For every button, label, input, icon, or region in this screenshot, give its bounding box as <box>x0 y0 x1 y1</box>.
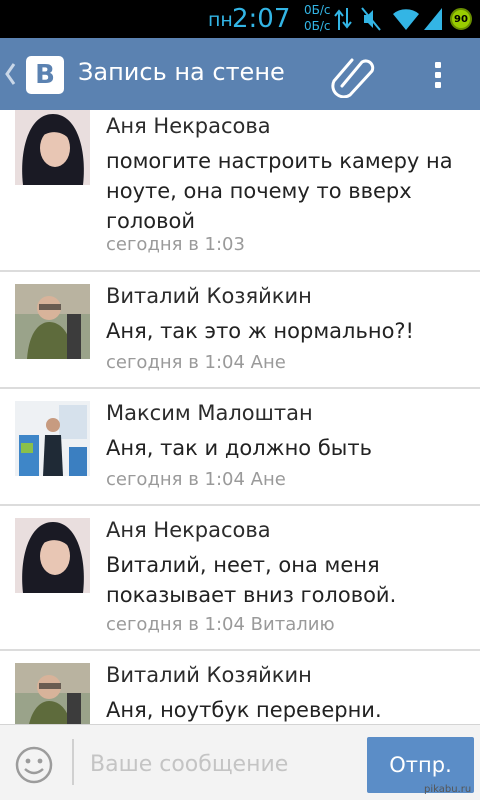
network-speed-down: 0Б/с <box>304 19 331 33</box>
data-arrows-icon <box>334 8 352 30</box>
back-chevron-icon[interactable] <box>4 60 16 88</box>
paperclip-icon <box>331 58 375 99</box>
page-title: Запись на стене <box>78 58 285 86</box>
avatar[interactable] <box>15 518 90 593</box>
comment-item[interactable]: Виталий Козяйкин Аня, так это ж нормальн… <box>0 272 480 387</box>
comment-time: сегодня в 1:04 Виталию <box>106 614 335 635</box>
comment-author[interactable]: Аня Некрасова <box>106 114 271 138</box>
app-bar: B Запись на стене <box>0 38 480 110</box>
avatar[interactable] <box>15 663 90 724</box>
comment-author[interactable]: Максим Малоштан <box>106 401 313 425</box>
avatar[interactable] <box>15 110 90 185</box>
avatar-image <box>15 663 90 724</box>
overflow-menu-button[interactable] <box>424 52 452 98</box>
comment-author[interactable]: Виталий Козяйкин <box>106 663 312 687</box>
mute-icon <box>361 7 381 31</box>
avatar-image <box>15 401 90 476</box>
avatar[interactable] <box>15 284 90 359</box>
signal-icon <box>424 8 442 30</box>
comment-item[interactable]: Аня Некрасова Виталий, неет, она меня по… <box>0 506 480 649</box>
attach-button[interactable] <box>328 52 380 99</box>
avatar-image <box>15 518 90 593</box>
avatar-image <box>15 110 90 185</box>
emoji-icon[interactable] <box>14 745 54 785</box>
comment-text: Аня, ноутбук переверни. <box>106 698 382 722</box>
avatar-image <box>15 284 90 359</box>
avatar[interactable] <box>15 401 90 476</box>
comment-time: сегодня в 1:04 Ане <box>106 469 286 490</box>
status-day: пн <box>208 9 233 31</box>
vk-logo[interactable]: B <box>26 56 64 94</box>
comment-text: Аня, так это ж нормально?! <box>106 319 414 343</box>
comment-time: сегодня в 1:04 Ане <box>106 352 286 373</box>
comment-author[interactable]: Аня Некрасова <box>106 518 271 542</box>
network-speed: 0Б/с 0Б/с <box>304 2 331 34</box>
comment-item[interactable]: Аня Некрасова помогите настроить камеру … <box>0 110 480 270</box>
comment-author[interactable]: Виталий Козяйкин <box>106 284 312 308</box>
network-speed-up: 0Б/с <box>304 3 331 17</box>
battery-icon: 90 <box>450 8 472 30</box>
comment-text: помогите настроить камеру на ноуте, она … <box>106 149 453 233</box>
menu-dot-icon <box>435 62 441 68</box>
watermark: pikabu.ru <box>424 784 472 795</box>
message-input[interactable] <box>88 743 352 785</box>
comment-time: сегодня в 1:03 <box>106 234 245 255</box>
status-time: 2:07 <box>232 4 291 34</box>
comments-list[interactable]: Аня Некрасова помогите настроить камеру … <box>0 110 480 724</box>
comment-item[interactable]: Виталий Козяйкин Аня, ноутбук переверни. <box>0 651 480 724</box>
status-bar: пн 2:07 0Б/с 0Б/с 90 <box>0 0 480 38</box>
wifi-icon <box>393 9 419 30</box>
comment-text: Аня, так и должно быть <box>106 436 372 460</box>
compose-divider <box>72 739 74 785</box>
comment-text: Виталий, неет, она меня показывает вниз … <box>106 553 397 607</box>
menu-dot-icon <box>435 72 441 78</box>
comment-item[interactable]: Максим Малоштан Аня, так и должно быть с… <box>0 389 480 504</box>
compose-bar: Отпр. <box>0 724 480 800</box>
menu-dot-icon <box>435 82 441 88</box>
